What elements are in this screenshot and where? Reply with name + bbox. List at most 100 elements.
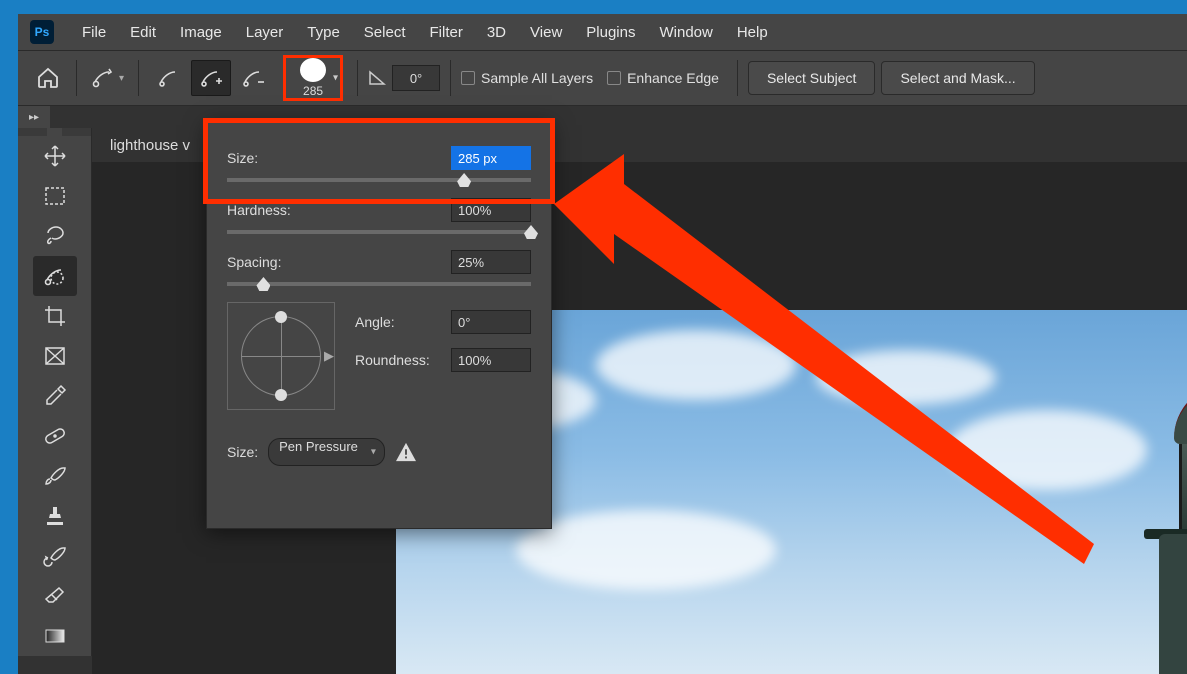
checkbox-icon [607, 71, 621, 85]
marquee-icon [43, 184, 67, 208]
document-tab[interactable]: lighthouse v [92, 128, 208, 162]
hardness-slider[interactable] [227, 230, 531, 234]
size-slider-thumb[interactable] [457, 173, 471, 187]
enhance-edge-label: Enhance Edge [627, 70, 719, 86]
menu-select[interactable]: Select [356, 20, 414, 45]
menu-3d[interactable]: 3D [479, 20, 514, 45]
menu-plugins[interactable]: Plugins [578, 20, 643, 45]
tools-panel [18, 128, 92, 656]
move-tool[interactable] [33, 136, 77, 176]
eraser-icon [43, 584, 67, 608]
subtract-from-selection-button[interactable] [233, 60, 273, 96]
brush-angle-control [368, 65, 440, 91]
menu-help[interactable]: Help [729, 20, 776, 45]
eyedropper-tool[interactable] [33, 376, 77, 416]
roundness-handle[interactable] [275, 389, 287, 401]
spacing-input[interactable] [451, 250, 531, 274]
history-brush-icon [43, 544, 67, 568]
gradient-icon [43, 624, 67, 648]
separator [450, 60, 451, 96]
healing-brush-tool[interactable] [33, 416, 77, 456]
brush-angle-input[interactable] [392, 65, 440, 91]
spacing-slider-thumb[interactable] [256, 277, 270, 291]
brush-preset-picker[interactable]: 285 ▾ [283, 55, 343, 101]
spacing-slider[interactable] [227, 282, 531, 286]
menu-window[interactable]: Window [651, 20, 720, 45]
lighthouse-illustration [1144, 384, 1187, 674]
clone-stamp-tool[interactable] [33, 496, 77, 536]
brush-preview-icon [300, 58, 326, 82]
menu-image[interactable]: Image [172, 20, 230, 45]
home-button[interactable] [30, 60, 66, 96]
bandaid-icon [43, 424, 67, 448]
menu-type[interactable]: Type [299, 20, 348, 45]
angle-icon [368, 69, 386, 87]
menu-file[interactable]: File [74, 20, 114, 45]
brush-add-icon [199, 66, 223, 90]
separator [138, 60, 139, 96]
roundness-label: Roundness: [355, 352, 430, 368]
tool-preset-picker[interactable]: ▾ [87, 62, 128, 94]
new-selection-button[interactable] [149, 60, 189, 96]
eyedropper-icon [43, 384, 67, 408]
sample-all-layers-label: Sample All Layers [481, 70, 593, 86]
roundness-input[interactable] [451, 348, 531, 372]
brush-new-icon [157, 66, 181, 90]
menu-filter[interactable]: Filter [422, 20, 471, 45]
size-input[interactable] [451, 146, 531, 170]
dynamics-size-value: Pen Pressure [279, 439, 358, 454]
history-brush-tool[interactable] [33, 536, 77, 576]
chevron-down-icon: ▾ [333, 73, 338, 84]
menu-view[interactable]: View [522, 20, 570, 45]
enhance-edge-checkbox[interactable]: Enhance Edge [607, 70, 719, 86]
hardness-slider-thumb[interactable] [524, 225, 538, 239]
option-bar: ▾ 285 ▾ Sample All Layers [18, 50, 1187, 106]
lasso-icon [43, 224, 67, 248]
lasso-tool[interactable] [33, 216, 77, 256]
direction-arrow-icon: ▶ [324, 348, 334, 364]
size-slider[interactable] [227, 178, 531, 182]
gradient-tool[interactable] [33, 616, 77, 656]
chevron-down-icon: ▾ [371, 447, 376, 458]
quick-selection-tool[interactable] [33, 256, 77, 296]
menubar: Ps File Edit Image Layer Type Select Fil… [18, 14, 1187, 50]
spacing-label: Spacing: [227, 254, 281, 270]
select-subject-button[interactable]: Select Subject [748, 61, 876, 95]
menu-layer[interactable]: Layer [238, 20, 292, 45]
warning-icon [395, 442, 417, 462]
frame-tool[interactable] [33, 336, 77, 376]
brush-tool[interactable] [33, 456, 77, 496]
brush-subtract-icon [241, 66, 265, 90]
sample-all-layers-checkbox[interactable]: Sample All Layers [461, 70, 593, 86]
brush-size-label: 285 [303, 84, 323, 98]
separator [357, 60, 358, 96]
angle-input[interactable] [451, 310, 531, 334]
angle-handle[interactable] [275, 311, 287, 323]
marquee-tool[interactable] [33, 176, 77, 216]
quick-selection-icon [43, 264, 67, 288]
brush-icon [43, 464, 67, 488]
expand-panels-button[interactable]: ▸▸ [18, 106, 50, 128]
crop-tool[interactable] [33, 296, 77, 336]
select-and-mask-button[interactable]: Select and Mask... [881, 61, 1034, 95]
app-window: Ps File Edit Image Layer Type Select Fil… [18, 14, 1187, 674]
brush-shape-editor[interactable]: ▶ [227, 302, 335, 410]
size-label: Size: [227, 150, 258, 166]
home-icon [36, 66, 60, 90]
dynamics-size-select[interactable]: Pen Pressure ▾ [268, 438, 385, 466]
separator [76, 60, 77, 96]
hardness-label: Hardness: [227, 202, 291, 218]
checkbox-icon [461, 71, 475, 85]
crop-icon [43, 304, 67, 328]
add-to-selection-button[interactable] [191, 60, 231, 96]
eraser-tool[interactable] [33, 576, 77, 616]
toolbar-grip[interactable] [18, 128, 91, 136]
quick-select-brush-icon [91, 66, 115, 90]
selection-mode-group [149, 60, 273, 96]
brush-settings-popover: Size: Hardness: Spacing: [206, 121, 552, 529]
menu-edit[interactable]: Edit [122, 20, 164, 45]
ps-logo-icon: Ps [30, 20, 54, 44]
angle-label: Angle: [355, 314, 395, 330]
frame-icon [43, 344, 67, 368]
hardness-input[interactable] [451, 198, 531, 222]
